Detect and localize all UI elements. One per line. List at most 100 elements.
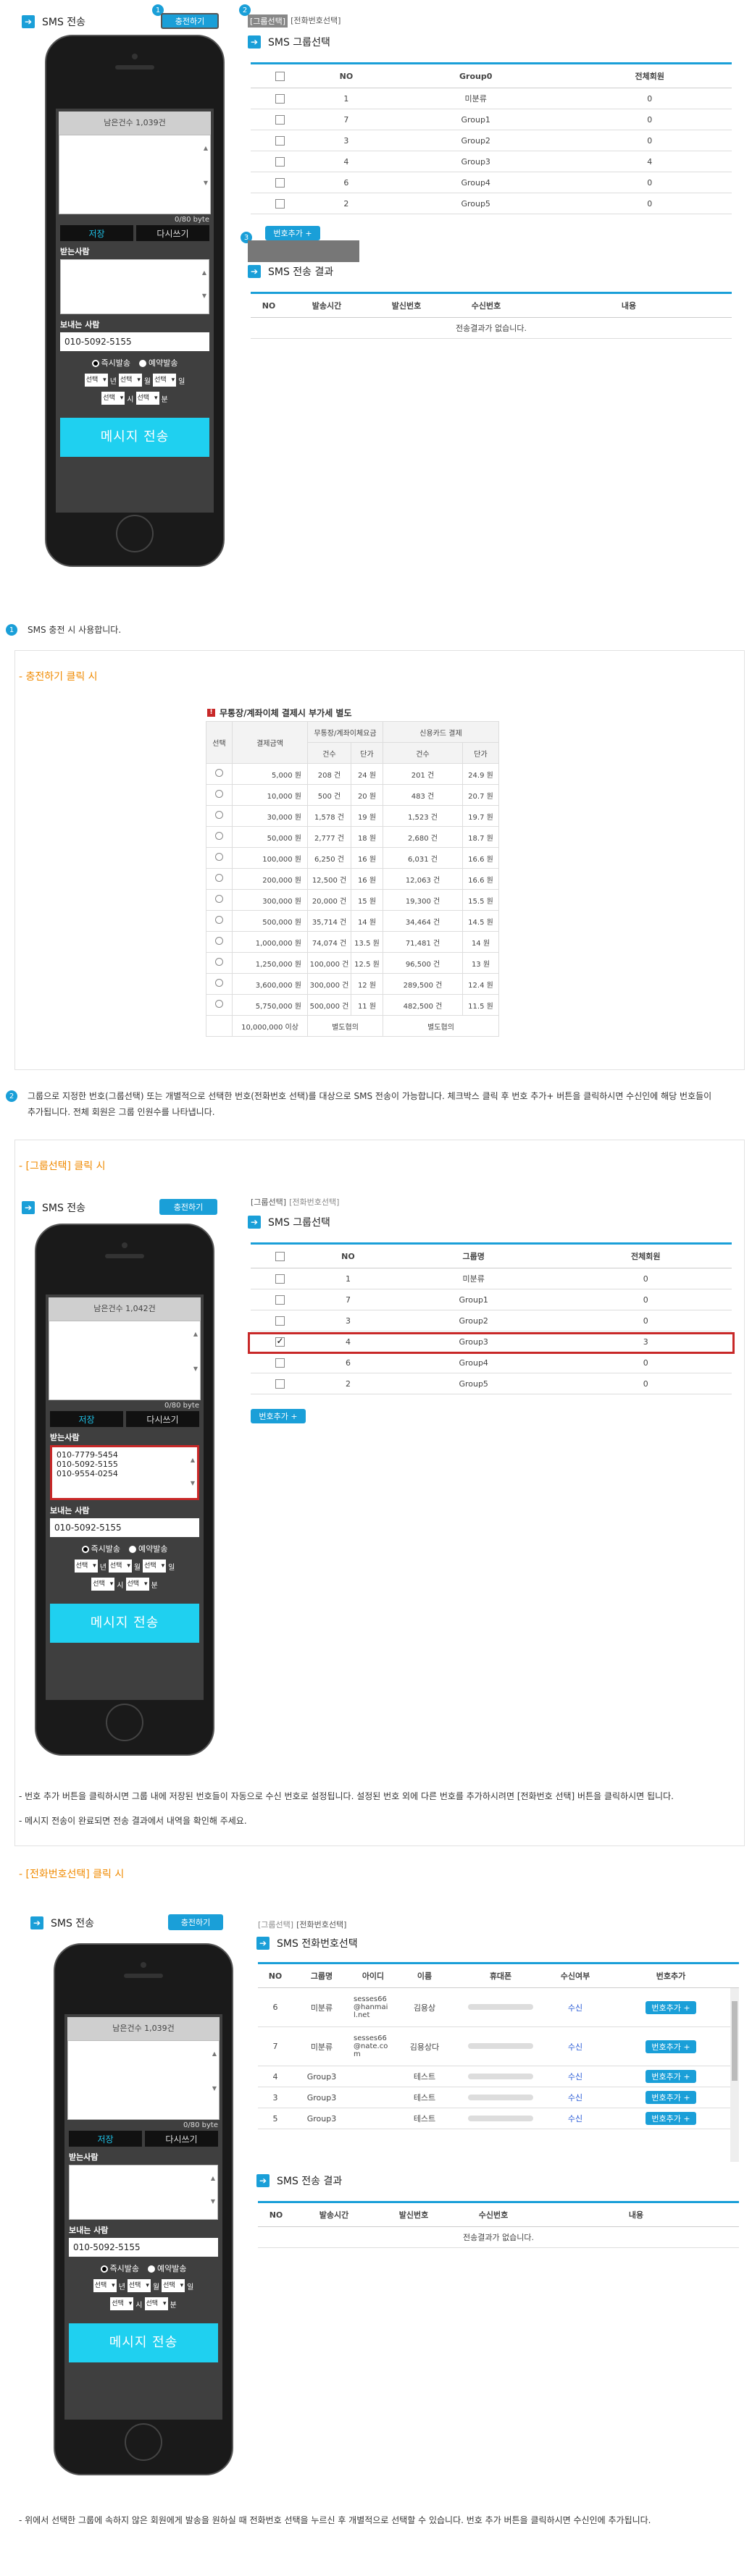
table-row: 4 Group3 4 [251,151,732,172]
table-row: 3 Group2 0 [251,1310,732,1331]
price-row: 5,000 원 208 건 24 원 201 건 24.9 원 [206,763,499,785]
table-cell: 5,000 원 [232,763,308,785]
day-select[interactable]: 선택 [153,374,177,387]
price-radio[interactable] [215,874,223,882]
send-message-button[interactable]: 메시지 전송 [60,418,209,457]
table-row: 7 Group1 0 [251,1289,732,1310]
add-number-button[interactable]: 번호추가 + [646,2040,696,2053]
price-radio[interactable] [215,811,223,819]
row-checkbox[interactable] [275,198,285,209]
message-textarea[interactable]: ▲ ▼ [59,135,211,214]
price-radio[interactable] [215,937,223,945]
row-checkbox[interactable] [275,1316,285,1326]
save-button-2[interactable]: 저장 [50,1411,123,1427]
table-cell: 6,031 건 [383,847,463,869]
charge-button-3[interactable]: 충전하기 [168,1914,223,1930]
save-button[interactable]: 저장 [60,225,133,241]
table-cell: 12 원 [351,973,383,995]
row-checkbox[interactable] [275,135,285,146]
add-number-button[interactable]: 번호추가 + [265,226,320,240]
table-row: 3 Group2 0 [251,130,732,151]
table-cell: 16 원 [351,868,383,890]
add-number-button[interactable]: 번호추가 + [646,2070,696,2083]
price-radio[interactable] [215,916,223,924]
group-title: ➔ SMS 그룹선택 [248,35,330,49]
row-checkbox[interactable] [275,1379,285,1389]
price-row: 30,000 원 1,578 건 19 원 1,523 건 19.7 원 [206,805,499,827]
row-checkbox[interactable] [275,1295,285,1305]
charge-button-2[interactable]: 충전하기 [159,1199,217,1215]
table-row: 6 미분류 sesses66 @hanmai l.net 김용상 수신 번호추가 + [258,1987,739,2027]
sender-input[interactable]: 010-5092-5155 [60,332,209,351]
table-cell: Group1 [383,109,568,130]
table-cell: 19,300 건 [383,889,463,911]
tab-phone[interactable]: [전화번호선택] [291,14,341,28]
group-table-2: NO그룹명전체회원 1미분류07Group103Group204Group336… [251,1242,732,1394]
table-cell: 201 건 [383,763,463,785]
price-radio[interactable] [215,853,223,861]
row-checkbox[interactable] [275,156,285,167]
add-number-button-2[interactable]: 번호추가 + [251,1409,306,1423]
row-checkbox[interactable] [275,114,285,125]
table-cell: 3,600,000 원 [232,973,308,995]
table-cell: 24 원 [351,763,383,785]
row-checkbox[interactable] [275,93,285,104]
phonesel-heading: - [전화번호선택] 클릭 시 [19,1869,125,1880]
send-label: 보내는 사람 [60,320,100,329]
table-cell: 3 [309,1310,388,1331]
hour-select[interactable]: 선택 [101,392,125,405]
phone-mockup-1: 남은건수 1,039건 ▲ ▼ 0/80 byte 저장 다시쓰기 받는사람 ▲ ▼ … [45,35,225,567]
add-number-button[interactable]: 번호추가 + [646,2112,696,2125]
month-select[interactable]: 선택 [118,374,142,387]
selected-row-highlight [248,1332,735,1354]
minute-select[interactable]: 선택 [135,392,159,405]
table-cell: 24.9 원 [462,763,499,785]
table-cell: 74,074 건 [307,931,351,953]
table-cell: 20 원 [351,784,383,806]
add-number-button[interactable]: 번호추가 + [646,2091,696,2104]
row-checkbox[interactable] [275,177,285,188]
row-checkbox[interactable] [275,1274,285,1284]
price-radio[interactable] [215,832,223,840]
blurred-phone [454,2108,548,2129]
result-title-3: ➔ SMS 전송 결과 [256,2173,342,2188]
check-all[interactable] [275,1251,285,1261]
price-radio[interactable] [215,790,223,798]
sms-title: ➔ SMS 전송 [22,14,85,29]
charge-button[interactable]: 충전하기 [161,13,219,29]
row-checkbox[interactable] [275,1358,285,1368]
scrollbar[interactable] [730,1988,739,2162]
table-cell: Group2 [387,1310,560,1331]
price-radio[interactable] [215,769,223,777]
table-cell: 15 원 [351,889,383,911]
table-cell: 12,063 건 [383,868,463,890]
recv-textarea-2[interactable]: 010-7779-5454 010-5092-5155 010-9554-0254 … [50,1445,199,1500]
price-row: 50,000 원 2,777 건 18 원 2,680 건 18.7 원 [206,826,499,848]
price-radio[interactable] [215,958,223,966]
send-message-button-2[interactable]: 메시지 전송 [50,1604,199,1643]
table-cell: 71,481 건 [383,931,463,953]
radio-reserve[interactable]: 예약발송 [139,357,177,369]
price-radio[interactable] [215,1000,223,1008]
recv-textarea[interactable]: ▲ ▼ [60,259,209,314]
check-all[interactable] [275,71,285,81]
phonesel-table: NO 그룹명 아이디 이름 휴대폰 수신여부 번호추가 6 미분류 sesses66 @hanm… [258,1962,739,2129]
radio-now[interactable]: 즉시발송 [91,357,130,369]
table-cell: 10,000 원 [232,784,308,806]
tab-group[interactable]: [그룹선택] [248,14,288,28]
speaker-icon [115,65,154,70]
message-textarea-2[interactable]: ▲ ▼ [49,1321,201,1400]
table-cell: 5,750,000 원 [232,994,308,1016]
table-cell: 0 [559,1373,732,1394]
price-row: 5,750,000 원 500,000 건 11 원 482,500 건 11.5 원 [206,994,499,1016]
table-cell: 14.5 원 [462,910,499,932]
price-radio[interactable] [215,895,223,903]
rewrite-button[interactable]: 다시쓰기 [136,225,209,241]
note-2: 그룹으로 지정한 번호(그룹선택) 또는 개별적으로 선택한 번호(전화번호 선… [28,1091,712,1117]
rewrite-button-2[interactable]: 다시쓰기 [126,1411,199,1427]
sender-input-2[interactable]: 010-5092-5155 [50,1518,199,1537]
add-number-button[interactable]: 번호추가 + [646,2000,696,2014]
year-select[interactable]: 선택 [84,374,108,387]
result-table-top: NO 발송시간 발신번호 수신번호 내용 전송결과가 없습니다. [251,292,732,339]
price-radio[interactable] [215,979,223,987]
